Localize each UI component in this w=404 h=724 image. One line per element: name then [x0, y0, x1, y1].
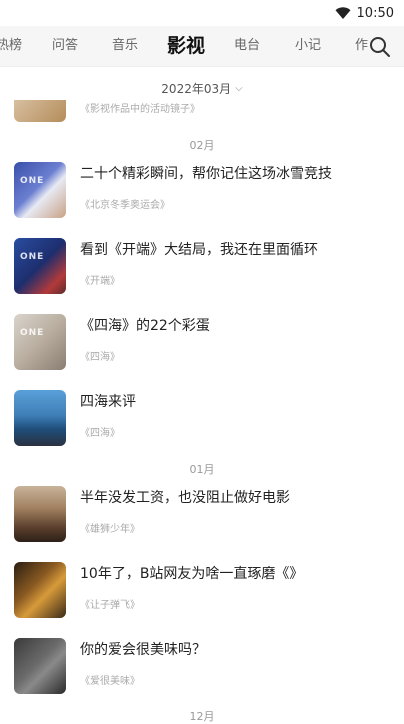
- status-bar: 10:50: [0, 0, 404, 26]
- category-tab-bar: 热榜 问答 音乐 影视 电台 小记 作: [0, 26, 404, 67]
- tab-movies[interactable]: 影视: [167, 26, 205, 66]
- list-item[interactable]: 你的爱会很美味吗？ 《爱很美味》: [14, 638, 394, 696]
- item-tag: 《让子弹飞》: [80, 600, 140, 611]
- item-title: 你的爱会很美味吗？: [80, 642, 206, 658]
- thumbnail: [14, 486, 66, 542]
- thumbnail: ONE: [14, 162, 66, 218]
- list-item[interactable]: ONE 看到《开端》大结局，我还在里面循环 《开端》: [14, 238, 394, 296]
- month-filter-label: 2022年03月: [161, 81, 232, 96]
- item-title: 看到《开端》大结局，我还在里面循环: [80, 242, 318, 258]
- tab-qa[interactable]: 问答: [52, 26, 78, 66]
- chevron-down-icon: ⌵: [235, 82, 243, 94]
- tab-works[interactable]: 作: [355, 26, 368, 66]
- item-title: 二十个精彩瞬间，帮你记住这场冰雪竞技: [80, 166, 332, 182]
- thumbnail-overlay: ONE: [20, 252, 45, 262]
- tab-radio[interactable]: 电台: [234, 26, 260, 66]
- month-divider: 12月: [189, 710, 215, 723]
- item-title: 《四海》的22个彩蛋: [80, 318, 210, 334]
- month-divider: 01月: [189, 463, 215, 476]
- list-item[interactable]: ONE 《四海》的22个彩蛋 《四海》: [14, 314, 394, 372]
- list-item[interactable]: ONE 二十个精彩瞬间，帮你记住这场冰雪竞技 《北京冬季奥运会》: [14, 162, 394, 220]
- wifi-icon: [335, 7, 351, 19]
- item-tag: 《爱很美味》: [80, 676, 140, 687]
- tab-notes[interactable]: 小记: [295, 26, 321, 66]
- item-tag: 《北京冬季奥运会》: [80, 200, 170, 211]
- item-tag: 《开端》: [80, 276, 120, 287]
- list-item[interactable]: 《影视作品中的活动镜子》: [14, 100, 394, 122]
- status-time: 10:50: [356, 5, 394, 21]
- month-filter-dropdown[interactable]: 2022年03月 ⌵: [0, 76, 404, 100]
- item-title: 半年没发工资，也没阻止做好电影: [80, 490, 290, 506]
- thumbnail-overlay: ONE: [20, 328, 45, 338]
- list-item[interactable]: 半年没发工资，也没阻止做好电影 《雄狮少年》: [14, 486, 394, 544]
- item-tag: 《四海》: [80, 428, 120, 439]
- thumbnail: [14, 638, 66, 694]
- thumbnail: [14, 100, 66, 122]
- tab-music[interactable]: 音乐: [112, 26, 138, 66]
- list-item[interactable]: 10年了，B站网友为啥一直琢磨《》 《让子弹飞》: [14, 562, 394, 620]
- thumbnail: ONE: [14, 238, 66, 294]
- list-item[interactable]: 四海来评 《四海》: [14, 390, 394, 448]
- search-icon[interactable]: [369, 36, 391, 58]
- thumbnail: [14, 562, 66, 618]
- thumbnail-overlay: ONE: [20, 176, 45, 186]
- item-title: 四海来评: [80, 394, 136, 410]
- item-tag: 《雄狮少年》: [80, 524, 140, 535]
- item-title: 10年了，B站网友为啥一直琢磨《》: [80, 566, 304, 582]
- tab-hot[interactable]: 热榜: [0, 26, 22, 66]
- month-divider: 02月: [189, 139, 215, 152]
- thumbnail: ONE: [14, 314, 66, 370]
- item-tag: 《影视作品中的活动镜子》: [80, 104, 200, 115]
- item-tag: 《四海》: [80, 352, 120, 363]
- thumbnail: [14, 390, 66, 446]
